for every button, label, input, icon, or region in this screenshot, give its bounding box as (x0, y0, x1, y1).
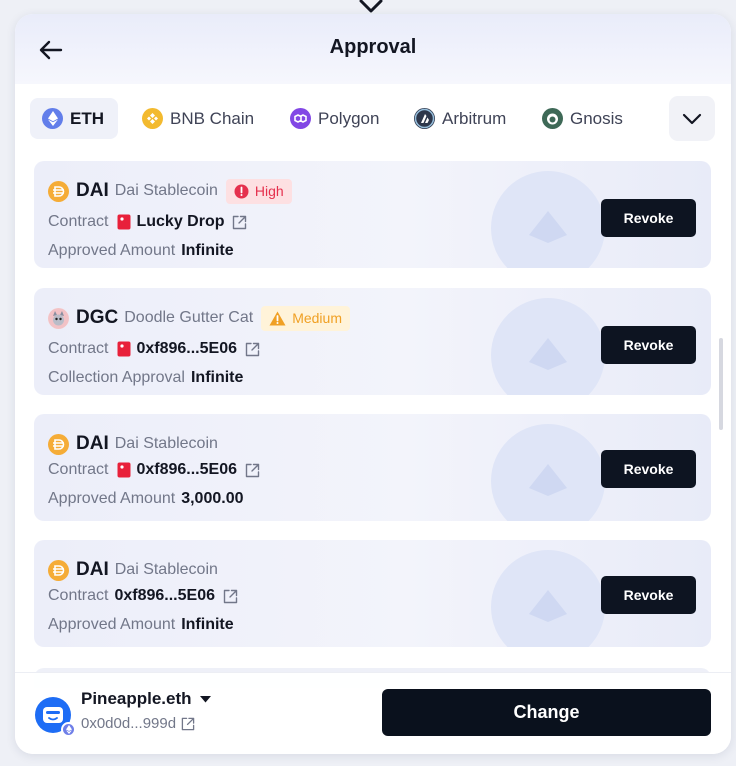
token-symbol: DAI (76, 559, 109, 580)
revoke-button[interactable]: Revoke (601, 326, 696, 364)
token-name: Doodle Gutter Cat (124, 309, 254, 326)
down-arrow-icon (359, 0, 383, 13)
approval-card: DAI Dai Stablecoin Contract 0xf896...5E0… (34, 414, 711, 521)
risk-badge-high: High (225, 178, 292, 204)
polygon-icon (290, 108, 311, 129)
scrollbar[interactable] (719, 338, 723, 430)
amount-label: Collection Approval (48, 369, 185, 386)
page-title: Approval (329, 36, 417, 58)
dai-token-icon (48, 433, 69, 455)
amount-value: Infinite (190, 369, 244, 386)
tab-label: BNB Chain (170, 108, 255, 128)
contract-address: 0xf896...5E06 (114, 587, 215, 604)
external-link-icon[interactable] (245, 342, 260, 357)
arbitrum-icon (414, 108, 435, 129)
tab-eth[interactable]: ETH (30, 98, 118, 139)
contract-red-icon (117, 462, 131, 478)
amount-label: Approved Amount (48, 490, 176, 507)
more-chains-button[interactable] (669, 96, 715, 141)
eth-network-badge-icon (61, 722, 76, 737)
warning-triangle-icon (269, 311, 286, 326)
account-footer: Pineapple.eth 0x0d0d...999d Change (15, 672, 731, 754)
tab-label: Polygon (318, 108, 380, 128)
bnb-icon (142, 108, 163, 129)
approval-card: DAI Dai Stablecoin High Contract Lucky D… (34, 161, 711, 268)
risk-badge-medium: Medium (261, 305, 350, 331)
amount-label: Approved Amount (48, 616, 176, 633)
external-link-icon[interactable] (245, 463, 260, 478)
chain-tabs-fade (640, 98, 670, 138)
contract-address: 0xf896...5E06 (136, 461, 237, 478)
dai-token-icon (48, 559, 69, 581)
revoke-button[interactable]: Revoke (601, 450, 696, 488)
amount-value: Infinite (181, 242, 234, 259)
amount-value: Infinite (181, 616, 234, 633)
dai-token-icon (48, 180, 69, 202)
contract-red-icon (117, 341, 131, 357)
approval-panel: Approval ETH BNB Chain Polygon Arbitrum (15, 14, 731, 754)
tab-arbitrum[interactable]: Arbitrum (414, 98, 524, 139)
gnosis-icon (542, 108, 563, 129)
ethereum-watermark-icon (491, 550, 605, 647)
external-link-icon[interactable] (223, 589, 238, 604)
contract-address: 0xf896...5E06 (136, 340, 237, 357)
ethereum-watermark-icon (491, 171, 605, 268)
chain-tabs: ETH BNB Chain Polygon Arbitrum Gnosis (30, 96, 730, 141)
change-button[interactable]: Change (382, 689, 711, 736)
caret-down-icon (199, 695, 211, 703)
revoke-button[interactable]: Revoke (601, 199, 696, 237)
account-address-row: 0x0d0d...999d (81, 715, 195, 732)
external-link-icon[interactable] (181, 717, 195, 731)
alert-circle-icon (234, 184, 249, 199)
tab-gnosis[interactable]: Gnosis (542, 98, 642, 139)
tab-bnb-chain[interactable]: BNB Chain (142, 98, 272, 139)
token-symbol: DAI (76, 433, 109, 454)
contract-red-icon (117, 214, 131, 230)
token-symbol: DAI (76, 180, 109, 201)
contract-label: Contract (48, 213, 109, 230)
token-symbol: DGC (76, 307, 119, 328)
account-selector[interactable]: Pineapple.eth (81, 689, 211, 709)
doodle-gutter-cat-icon (48, 307, 69, 329)
ethereum-watermark-icon (491, 298, 605, 395)
approval-card: DAI Dai Stablecoin Contract 0xf896...5E0… (34, 540, 711, 647)
chevron-down-icon (682, 113, 702, 124)
tab-polygon[interactable]: Polygon (290, 98, 400, 139)
revoke-button[interactable]: Revoke (601, 576, 696, 614)
eth-icon (42, 108, 63, 129)
token-name: Dai Stablecoin (114, 435, 218, 452)
contract-label: Contract (48, 587, 109, 604)
token-name: Dai Stablecoin (114, 182, 218, 199)
tab-label: Arbitrum (442, 108, 507, 128)
amount-value: 3,000.00 (181, 490, 244, 507)
header: Approval (15, 14, 731, 84)
token-name: Dai Stablecoin (114, 561, 218, 578)
contract-label: Contract (48, 461, 109, 478)
tab-label: ETH (70, 108, 104, 128)
approval-card: DGC Doodle Gutter Cat Medium Contract 0x… (34, 288, 711, 395)
account-address: 0x0d0d...999d (81, 715, 177, 732)
ethereum-watermark-icon (491, 424, 605, 521)
risk-label: Medium (292, 310, 342, 326)
amount-label: Approved Amount (48, 242, 176, 259)
risk-label: High (254, 183, 284, 199)
tab-label: Gnosis (570, 108, 623, 128)
wallet-face-icon (43, 707, 63, 723)
external-link-icon[interactable] (232, 215, 247, 230)
contract-label: Contract (48, 340, 109, 357)
account-name: Pineapple.eth (81, 689, 192, 708)
contract-name: Lucky Drop (136, 213, 225, 230)
